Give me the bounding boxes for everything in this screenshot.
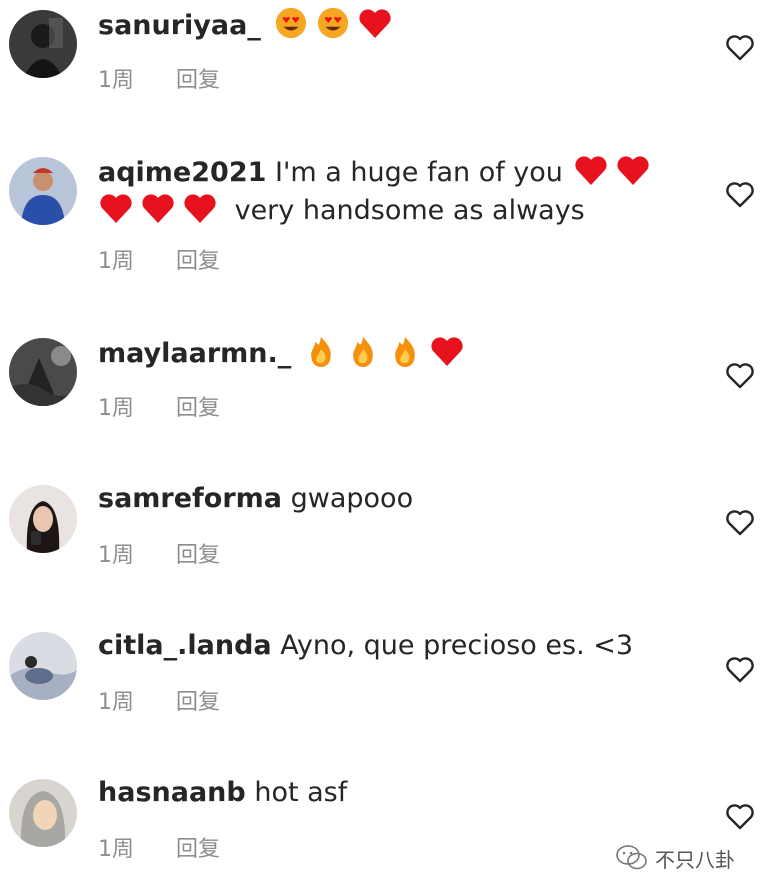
avatar[interactable] <box>9 338 77 406</box>
wechat-logo-icon <box>616 845 647 870</box>
like-heart-icon[interactable] <box>725 181 755 209</box>
comment-body: hot asf <box>254 777 348 808</box>
reply-button[interactable]: 回复 <box>176 68 220 93</box>
comment-meta: 1周 回复 <box>98 62 220 94</box>
red-heart-emoji <box>182 191 218 225</box>
like-heart-icon[interactable] <box>725 656 755 684</box>
like-heart-icon[interactable] <box>725 362 755 390</box>
comment-body: gwapooo <box>290 483 414 514</box>
comment-text: aqime2021 I'm a huge fan of you very han… <box>98 153 698 229</box>
comment-meta: 1周 回复 <box>98 537 220 569</box>
avatar[interactable] <box>9 779 77 847</box>
avatar[interactable] <box>9 10 77 78</box>
username[interactable]: hasnaanb <box>98 777 246 808</box>
heart-eyes-emoji <box>315 6 351 40</box>
red-heart-emoji <box>615 153 651 187</box>
reply-button[interactable]: 回复 <box>176 543 220 568</box>
red-heart-emoji <box>429 334 465 368</box>
comment-body: I'm a huge fan of you <box>275 157 563 188</box>
fire-emoji <box>303 334 339 368</box>
comment-time: 1周 <box>98 837 134 862</box>
avatar[interactable] <box>9 485 77 553</box>
reply-button[interactable]: 回复 <box>176 837 220 862</box>
like-heart-icon[interactable] <box>725 34 755 62</box>
comment-time: 1周 <box>98 543 134 568</box>
comment-meta: 1周 回复 <box>98 390 220 422</box>
comment-time: 1周 <box>98 396 134 421</box>
avatar[interactable] <box>9 157 77 225</box>
comment-meta: 1周 回复 <box>98 684 220 716</box>
comment-text: maylaarmn._ <box>98 334 698 372</box>
watermark-text: 不只八卦 <box>655 847 735 872</box>
username[interactable]: maylaarmn._ <box>98 338 291 369</box>
comment-time: 1周 <box>98 68 134 93</box>
avatar[interactable] <box>9 632 77 700</box>
heart-eyes-emoji <box>273 6 309 40</box>
red-heart-emoji <box>98 191 134 225</box>
reply-button[interactable]: 回复 <box>176 249 220 274</box>
fire-emoji <box>345 334 381 368</box>
comment-text: samreforma gwapooo <box>98 481 698 517</box>
like-heart-icon[interactable] <box>725 803 755 831</box>
comment-meta: 1周 回复 <box>98 243 220 275</box>
red-heart-emoji <box>573 153 609 187</box>
comment-list: sanuriyaa_ 1周 回复 aqime2021 I'm a huge fan… <box>0 0 762 892</box>
reply-button[interactable]: 回复 <box>176 396 220 421</box>
comment-time: 1周 <box>98 690 134 715</box>
comment-meta: 1周 回复 <box>98 831 220 863</box>
reply-button[interactable]: 回复 <box>176 690 220 715</box>
comment-body-continued: very handsome as always <box>234 195 585 226</box>
comment-time: 1周 <box>98 249 134 274</box>
comment-text: citla_.landa Ayno, que precioso es. <3 <box>98 628 698 664</box>
username[interactable]: samreforma <box>98 483 282 514</box>
comment-text: hasnaanb hot asf <box>98 775 698 811</box>
username[interactable]: aqime2021 <box>98 157 266 188</box>
red-heart-emoji <box>357 6 393 40</box>
comment-body: Ayno, que precioso es. <3 <box>280 630 634 661</box>
watermark: 不只八卦 <box>615 840 735 876</box>
username[interactable]: sanuriyaa_ <box>98 10 261 41</box>
like-heart-icon[interactable] <box>725 509 755 537</box>
username[interactable]: citla_.landa <box>98 630 272 661</box>
red-heart-emoji <box>140 191 176 225</box>
fire-emoji <box>387 334 423 368</box>
comment-text: sanuriyaa_ <box>98 6 698 44</box>
